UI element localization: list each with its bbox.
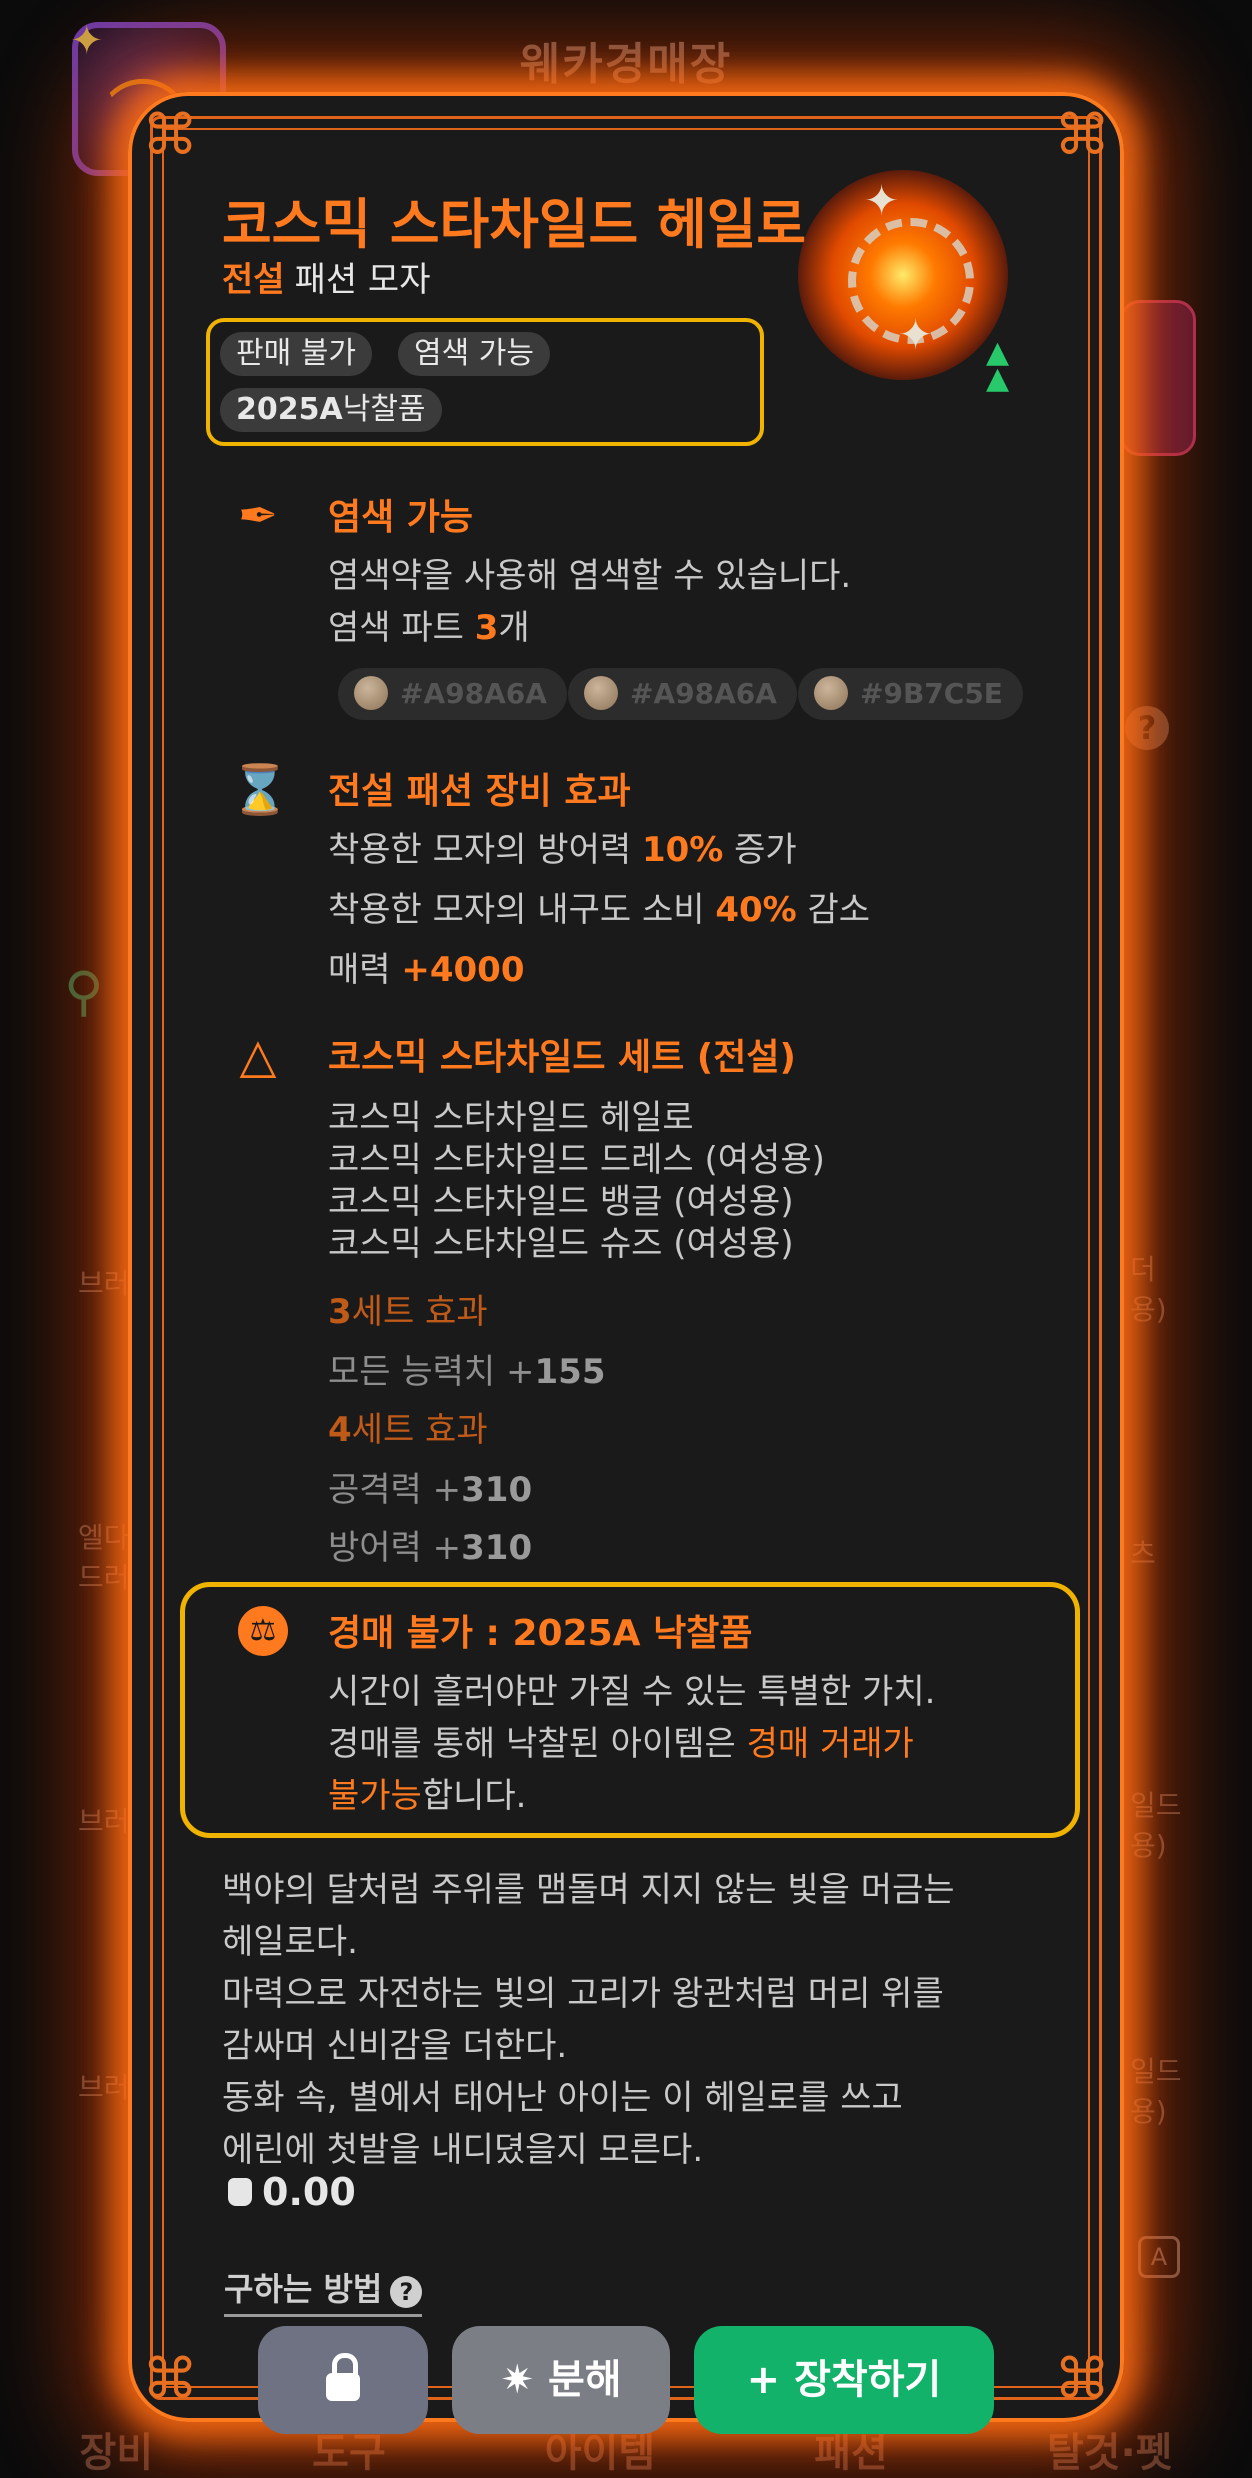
dye-parts-count: 3 (474, 608, 499, 648)
background-list-label: 브러 (78, 1805, 130, 1838)
background-list-label: 더 용) (1130, 1253, 1167, 1326)
dye-color-swatch[interactable]: #A98A6A (568, 668, 797, 720)
item-description-line: 백야의 달처럼 주위를 맴돌며 지지 않는 빛을 머금는 (222, 1870, 955, 1910)
upgrade-arrow-icon: ▲ ▲ (986, 335, 1010, 396)
tag-not-sellable: 판매 불가 (220, 332, 372, 376)
set-item: 코스믹 스타차일드 슈즈 (여성용) (328, 1224, 794, 1264)
auction-title: 경매 불가 : 2025A 낙찰품 (328, 1613, 753, 1654)
background-list-label: 브러 (78, 2071, 130, 2104)
dye-drop-icon (584, 676, 618, 710)
star-icon: ✦ (864, 176, 900, 225)
auction-line: 경매를 통해 낙찰된 아이템은 경매 거래가 (328, 1724, 914, 1764)
corner-ornament-icon: ⌘ (142, 103, 198, 168)
dye-brush-icon: ✒ (237, 488, 279, 544)
background-search-icon: ⚲ (64, 960, 104, 1023)
dye-color-swatch[interactable]: #9B7C5E (798, 668, 1023, 720)
background-list-label: 츠 (1130, 1537, 1156, 1570)
tag-dyeable: 염색 가능 (398, 332, 550, 376)
disassemble-button[interactable]: ✷ 분해 (452, 2326, 670, 2434)
corner-ornament-icon: ⌘ (142, 2347, 198, 2412)
effect-section-title: 전설 패션 장비 효과 (328, 771, 631, 812)
set-bonus-stat: 모든 능력치 +155 (328, 1352, 606, 1392)
star-icon: ✦ (70, 18, 104, 64)
help-icon: ? (390, 2276, 423, 2308)
dye-parts: 염색 파트 3개 (328, 608, 530, 648)
auction-line: 시간이 흘러야만 가질 수 있는 특별한 가치. (328, 1672, 936, 1712)
tag-auction-winner: 2025A낙찰품 (220, 388, 442, 432)
set-section-title: 코스믹 스타차일드 세트 (전설) (328, 1037, 796, 1078)
item-category: 패션 모자 (294, 260, 431, 300)
dye-description: 염색약을 사용해 염색할 수 있습니다. (328, 556, 852, 596)
background-item-thumbnail-right (1120, 300, 1196, 456)
item-description-line: 감싸며 신비감을 더한다. (222, 2026, 568, 2066)
lock-button[interactable] (258, 2326, 428, 2434)
star-icon: ✦ (898, 310, 934, 359)
tab-equipment: 장비 (79, 2430, 154, 2476)
weight-icon (228, 2177, 252, 2206)
background-a-badge: A (1138, 2236, 1180, 2278)
dye-section-title: 염색 가능 (328, 497, 474, 538)
item-description-line: 에린에 첫발을 내디뎠을지 모른다. (222, 2130, 704, 2170)
item-grade: 전설 (222, 260, 285, 300)
effect-line: 착용한 모자의 방어력 10% 증가 (328, 830, 797, 870)
equip-button[interactable]: + 장착하기 (694, 2326, 994, 2434)
hanger-icon: △ (239, 1028, 277, 1084)
tab-mounts-pets: 탈것·펫 (1046, 2430, 1173, 2476)
corner-ornament-icon: ⌘ (1054, 103, 1110, 168)
background-list-label: 일드 용) (1130, 2055, 1182, 2128)
tag-auction-year: 2025A (236, 392, 343, 427)
auction-line: 불가능합니다. (328, 1776, 527, 1816)
item-subtitle: 전설 패션 모자 (222, 252, 431, 301)
hourglass-icon: ⌛ (230, 762, 290, 818)
set-bonus-stat: 공격력 +310 (328, 1470, 533, 1510)
background-list-label: 브러 (78, 1267, 130, 1300)
item-description-line: 헤일로다. (222, 1922, 358, 1962)
dye-drop-icon (814, 676, 848, 710)
set-bonus-header: 3세트 효과 (328, 1292, 488, 1332)
item-description-line: 동화 속, 별에서 태어난 아이는 이 헤일로를 쓰고 (222, 2078, 903, 2118)
item-name: 코스믹 스타차일드 헤일로 (222, 193, 807, 256)
set-bonus-header: 4세트 효과 (328, 1410, 488, 1450)
disassemble-icon: ✷ (500, 2357, 534, 2403)
background-list-label: 일드 용) (1130, 1789, 1182, 1862)
how-to-get-link[interactable]: 구하는 방법? (224, 2264, 423, 2317)
effect-line: 착용한 모자의 내구도 소비 40% 감소 (328, 890, 871, 930)
tag-auction-label: 낙찰품 (342, 392, 426, 427)
lock-icon (326, 2353, 360, 2401)
background-list-label: 엘다 드러 (78, 1521, 130, 1594)
item-detail-card: ⌘ ⌘ ⌘ ⌘ 코스믹 스타차일드 헤일로 전설 패션 모자 ✦ ✦ ▲ ▲ 판매 … (128, 92, 1124, 2434)
dye-color-swatch[interactable]: #A98A6A (338, 668, 567, 720)
item-weight: 0.00 (228, 2170, 356, 2214)
gavel-icon: ⚖ (238, 1606, 288, 1656)
effect-line: 매력 +4000 (328, 950, 525, 990)
item-image: ✦ ✦ (798, 170, 1008, 380)
corner-ornament-icon: ⌘ (1054, 2347, 1110, 2412)
background-help-icon: ? (1125, 706, 1169, 750)
set-bonus-stat: 방어력 +310 (328, 1528, 533, 1568)
plus-icon: + (746, 2357, 781, 2403)
dye-drop-icon (354, 676, 388, 710)
item-description-line: 마력으로 자전하는 빛의 고리가 왕관처럼 머리 위를 (222, 1974, 944, 2014)
